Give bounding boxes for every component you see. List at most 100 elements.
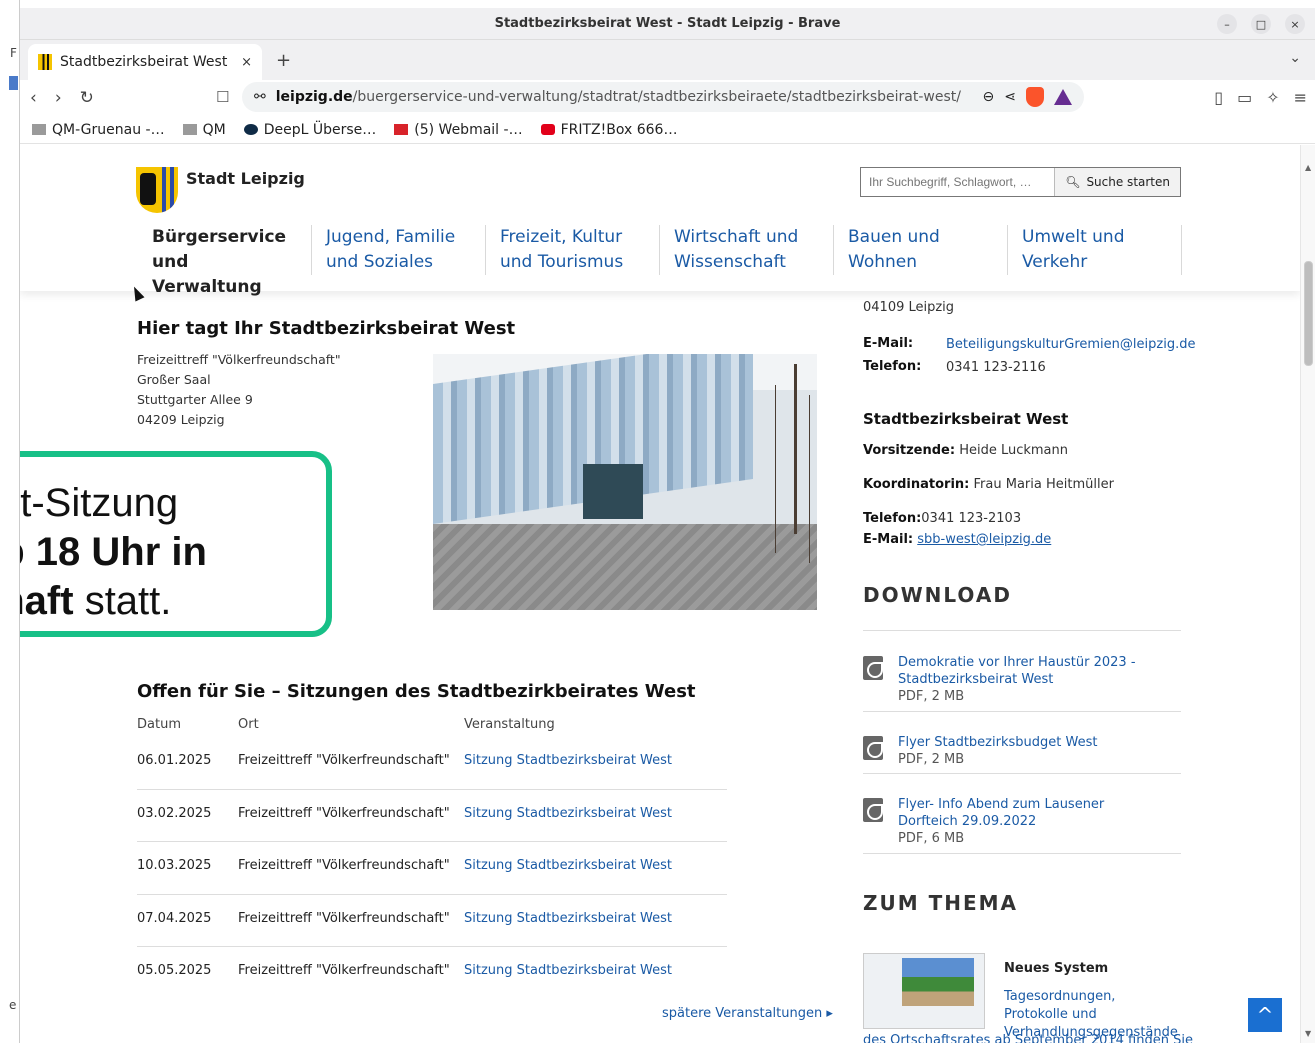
back-to-top-button[interactable]: ^ [1248,998,1282,1032]
bookmark-label: QM [202,121,226,138]
download-link[interactable]: Flyer- Info Abend zum Lausener Dorfteich… [898,796,1158,830]
topic-thumbnail[interactable] [863,953,985,1029]
download-link[interactable]: Demokratie vor Ihrer Haustür 2023 - Stad… [898,654,1181,688]
table-row: 10.03.2025 Freizeittreff "Völkerfreundsc… [137,842,727,895]
callout-line: statt. [73,579,172,623]
meeting-link[interactable]: Sitzung Stadtbezirksbeirat West [464,911,672,926]
leipzig-coat-of-arms-icon[interactable] [136,167,178,213]
site-info-icon[interactable]: ⚯ [254,89,266,105]
meeting-date: 05.05.2025 [137,963,212,978]
address-line: Stuttgarter Allee 9 [137,392,253,407]
download-link[interactable]: Flyer Stadtbezirksbudget West [898,734,1181,751]
bookmark-webmail[interactable]: (5) Webmail -… [394,122,523,138]
meeting-link[interactable]: Sitzung Stadtbezirksbeirat West [464,963,672,978]
nav-label: Verkehr [1022,252,1088,272]
nav-label: Jugend, Familie [326,227,456,247]
email-link[interactable]: BeteiligungskulturGremien@leipzig.de [946,337,1195,352]
mail-icon [394,124,409,135]
forward-button[interactable]: › [55,88,62,108]
desktop-icon[interactable] [9,76,18,90]
menu-icon[interactable]: ≡ [1294,88,1307,107]
nav-buergerservice[interactable]: Bürgerservice und Verwaltung [138,225,312,297]
new-tab-button[interactable]: + [276,50,291,71]
nav-wirtschaft[interactable]: Wirtschaft und Wissenschaft [660,225,834,275]
scroll-down-icon[interactable]: ▼ [1305,1029,1311,1038]
tab-list-chevron-icon[interactable]: ⌄ [1289,50,1301,66]
stripe-shape [162,167,166,213]
folder-icon [32,124,46,135]
bookmark-label: QM-Gruenau -… [52,121,165,138]
bookmarks-bar: QM-Gruenau -… QM DeepL Überse… (5) Webma… [20,116,1315,144]
coordinator-value: Frau Maria Heitmüller [969,477,1114,492]
nav-jugend[interactable]: Jugend, Familie und Soziales [312,225,486,275]
door-shape [583,464,643,519]
tab-title: Stadtbezirksbeirat West [60,54,228,70]
brave-rewards-icon[interactable] [1054,89,1072,105]
zoom-icon[interactable]: ⊖ [983,89,995,105]
nav-label: Wohnen [848,252,917,272]
topic-description-continued[interactable]: des Ortschaftsrates ab September 2014 fi… [863,1033,1193,1043]
venue-photo [433,354,817,610]
meeting-place: Freizeittreff "Völkerfreundschaft" [238,858,450,873]
column-header-datum: Datum [137,717,181,732]
desktop-letter: F [10,46,17,60]
bookmark-deepl[interactable]: DeepL Überse… [243,122,376,138]
nav-bauen[interactable]: Bauen und Wohnen [834,225,1008,275]
page-scrollbar[interactable]: ▲ ▼ [1300,145,1315,1043]
later-events-link[interactable]: spätere Veranstaltungen ▸ [662,1006,833,1021]
bookmark-icon[interactable]: ☐ [216,88,229,106]
bookmark-fritzbox[interactable]: FRITZ!Box 666… [540,122,677,138]
chair-value: Heide Luckmann [955,443,1068,458]
board-email-link[interactable]: sbb-west@leipzig.de [917,532,1051,547]
topic-title[interactable]: Neues System [1004,961,1108,976]
window-title: Stadtbezirksbeirat West - Stadt Leipzig … [494,16,841,31]
share-icon[interactable]: ⋖ [1004,89,1016,105]
coordinator-label: Koordinatorin: [863,477,970,492]
brave-shields-icon[interactable] [1026,87,1044,107]
reload-button[interactable]: ↻ [80,88,94,108]
phone-value: 0341 123-2116 [946,360,1046,375]
address-line: Freizeittreff "Völkerfreundschaft" [137,352,341,367]
callout-line-bold: chaft [20,579,74,623]
table-row: 06.01.2025 Freizeittreff "Völkerfreundsc… [137,737,727,790]
close-button[interactable]: × [1285,14,1305,34]
download-item[interactable]: Flyer- Info Abend zum Lausener Dorfteich… [863,796,1181,856]
tab-stadtbezirksbeirat[interactable]: Stadtbezirksbeirat West × [28,44,262,80]
search-button[interactable]: 🔍︎ Suche starten [1054,168,1180,196]
divider [863,853,1181,854]
bookmark-qm[interactable]: QM [182,121,226,138]
divider [863,711,1181,712]
site-search: 🔍︎ Suche starten [860,167,1181,197]
site-name[interactable]: Stadt Leipzig [186,169,305,188]
table-row: 07.04.2025 Freizeittreff "Völkerfreundsc… [137,895,727,947]
table-row: 03.02.2025 Freizeittreff "Völkerfreundsc… [137,790,727,842]
stripe-shape [170,167,174,213]
meeting-date: 10.03.2025 [137,858,212,873]
back-button[interactable]: ‹ [30,88,37,108]
address-bar[interactable]: ⚯ leipzig.de/buergerservice-und-verwaltu… [242,82,1084,112]
search-input[interactable] [861,168,1055,196]
download-meta: PDF, 2 MB [898,752,965,767]
nav-freizeit[interactable]: Freizeit, Kultur und Tourismus [486,225,660,275]
tab-close-icon[interactable]: × [241,55,252,70]
board-email-label: E-Mail: [863,532,914,547]
minimize-button[interactable]: – [1217,14,1237,34]
meeting-link[interactable]: Sitzung Stadtbezirksbeirat West [464,753,672,768]
leo-ai-icon[interactable]: ✧ [1266,88,1279,107]
bookmark-qm-gruenau[interactable]: QM-Gruenau -… [32,122,165,138]
pdf-icon [863,656,883,680]
scroll-up-icon[interactable]: ▲ [1305,163,1311,172]
sidebar-toggle-icon[interactable]: ▯ [1214,88,1223,107]
board-heading: Stadtbezirksbeirat West [863,410,1069,428]
nav-umwelt[interactable]: Umwelt und Verkehr [1008,225,1182,275]
url-text[interactable]: leipzig.de/buergerservice-und-verwaltung… [276,89,973,105]
venue-address: Freizeittreff "Völkerfreundschaft" Große… [137,350,341,430]
scrollbar-thumb[interactable] [1304,261,1313,366]
maximize-button[interactable]: □ [1251,14,1271,34]
meeting-place: Freizeittreff "Völkerfreundschaft" [238,753,450,768]
download-item[interactable]: Flyer Stadtbezirksbudget West PDF, 2 MB [863,734,1181,774]
meeting-link[interactable]: Sitzung Stadtbezirksbeirat West [464,858,672,873]
download-item[interactable]: Demokratie vor Ihrer Haustür 2023 - Stad… [863,654,1181,714]
wallet-icon[interactable]: ▭ [1237,88,1252,107]
meeting-link[interactable]: Sitzung Stadtbezirksbeirat West [464,806,672,821]
